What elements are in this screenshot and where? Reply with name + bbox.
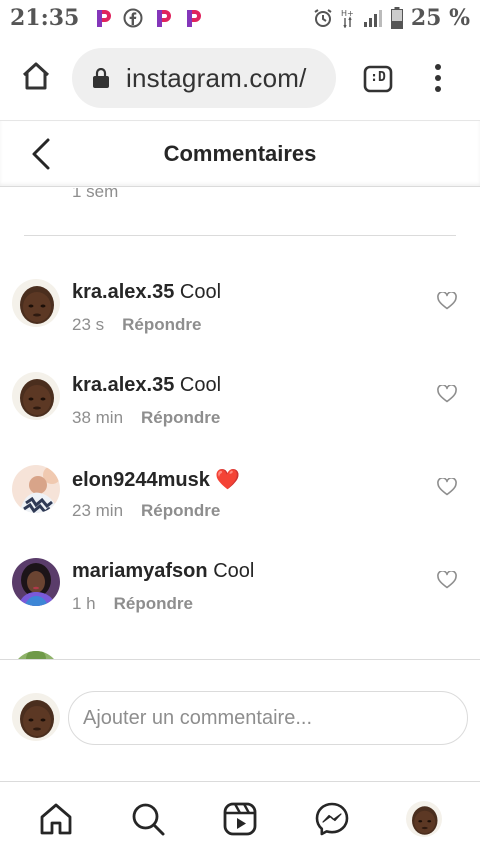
comment-item: kra.alex.35 Cool 23 s Répondre: [0, 279, 480, 372]
lock-icon: [93, 68, 109, 88]
avatar[interactable]: [12, 372, 60, 420]
alarm-icon: [314, 9, 332, 27]
comment-text: ❤️: [215, 469, 241, 491]
comment-text: Cool: [213, 560, 255, 582]
comment-text-line: kra.alex.35 Cool: [72, 281, 221, 304]
comment-time: 23 min: [72, 501, 124, 520]
avatar[interactable]: [12, 558, 60, 606]
browser-bar: instagram.com/ :D: [0, 36, 480, 120]
tab-switcher-button[interactable]: :D: [363, 65, 393, 93]
search-icon[interactable]: [130, 801, 166, 837]
comment-item: elon9244musk ❤️ 23 min Répondre: [0, 465, 480, 558]
previous-comment-time: 1 sem: [72, 188, 119, 201]
status-time: 21:35: [10, 5, 80, 31]
heart-icon[interactable]: [437, 478, 457, 496]
page-title: Commentaires: [163, 141, 317, 166]
comment-text-line: kra.alex.35 Cool: [72, 374, 221, 397]
avatar-child-image: [12, 279, 60, 327]
home-icon[interactable]: [38, 801, 74, 837]
reels-icon[interactable]: [222, 801, 258, 837]
url-text: instagram.com/: [126, 62, 307, 93]
svg-text:H+: H+: [341, 9, 354, 18]
comment-input[interactable]: [68, 691, 468, 745]
reply-button[interactable]: Répondre: [141, 501, 220, 521]
p-app-icon: [187, 10, 202, 27]
facebook-icon: [123, 8, 143, 28]
signal-icon: [363, 10, 382, 27]
reply-button[interactable]: Répondre: [122, 315, 201, 335]
avatar-child-image: [12, 372, 60, 420]
divider: [24, 235, 456, 236]
hplus-icon: H+: [341, 9, 354, 28]
comment-item: kra.alex.35 Cool 38 min Répondre: [0, 372, 480, 465]
battery-percentage: 25 %: [410, 5, 470, 31]
comment-username[interactable]: kra.alex.35: [72, 281, 174, 303]
url-bar[interactable]: instagram.com/: [72, 48, 336, 108]
comment-time: 1 h: [72, 594, 96, 613]
comment-meta: 23 s Répondre: [72, 315, 201, 335]
comment-meta: 38 min Répondre: [72, 408, 220, 428]
p-app-icon: [157, 10, 172, 27]
comment-item: mariamyafson Cool 1 h Répondre: [0, 558, 480, 651]
more-options-icon[interactable]: [428, 62, 448, 94]
avatar-woman-image: [12, 558, 60, 606]
heart-icon[interactable]: [437, 385, 457, 403]
battery-icon: [390, 7, 403, 29]
status-right: H+ 25 %: [313, 5, 470, 31]
comment-username[interactable]: mariamyafson: [72, 560, 208, 582]
avatar[interactable]: [12, 279, 60, 327]
tab-label: :D: [370, 70, 386, 85]
add-comment-bar: [0, 659, 480, 781]
comment-text-line: elon9244musk ❤️: [72, 467, 240, 492]
avatar-child-image: [12, 693, 60, 741]
avatar-child-image: [406, 801, 442, 837]
messenger-icon[interactable]: [314, 801, 350, 837]
avatar[interactable]: [12, 465, 60, 513]
comment-text-line: mariamyafson Cool: [72, 560, 254, 583]
reply-button[interactable]: Répondre: [114, 594, 193, 614]
current-user-avatar: [12, 693, 60, 741]
comment-time: 38 min: [72, 408, 124, 427]
status-bar: 21:35 H+ 25 %: [0, 0, 480, 36]
home-icon[interactable]: [20, 60, 52, 92]
comment-text: Cool: [179, 374, 222, 396]
profile-avatar[interactable]: [406, 801, 442, 837]
comment-username[interactable]: elon9244musk: [72, 469, 210, 491]
comment-username[interactable]: kra.alex.35: [72, 374, 174, 396]
heart-icon[interactable]: [437, 571, 457, 589]
p-app-icon: [97, 10, 112, 27]
comment-meta: 1 h Répondre: [72, 594, 193, 614]
avatar-person-image: [12, 465, 60, 513]
reply-button[interactable]: Répondre: [141, 408, 220, 428]
notification-icons: [93, 8, 203, 28]
comments-header: Commentaires: [0, 120, 480, 187]
comments-list[interactable]: 1 sem kra.alex.35 Cool 23 s Répondre kra…: [0, 188, 480, 660]
comment-text: Cool: [179, 281, 222, 303]
bottom-nav: [0, 781, 480, 854]
heart-icon[interactable]: [437, 292, 457, 310]
comment-time: 23 s: [72, 315, 105, 334]
comment-meta: 23 min Répondre: [72, 501, 220, 521]
